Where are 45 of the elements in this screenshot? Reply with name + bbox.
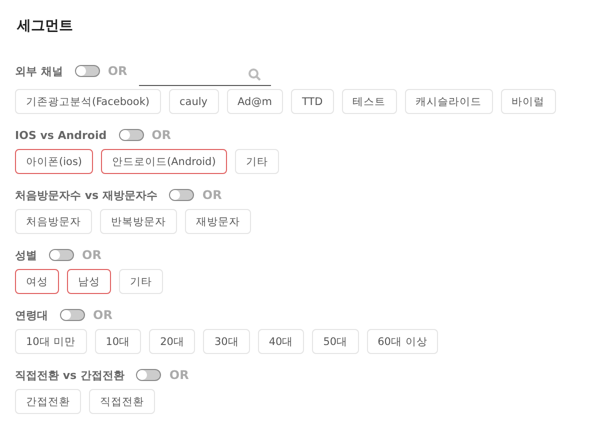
option-button[interactable]: 처음방문자 [15,209,92,234]
option-button[interactable]: 기존광고분석(Facebook) [15,89,161,114]
option-button[interactable]: 직접전환 [89,389,155,414]
section-label: 외부 채널 [15,64,63,78]
or-label: OR [152,128,172,142]
option-button[interactable]: 테스트 [342,89,397,114]
or-label: OR [202,188,222,202]
section-label: 직접전환 vs 간접전환 [15,368,124,382]
option-button[interactable]: 10대 [94,329,142,354]
option-button[interactable]: 20대 [149,329,196,354]
option-button[interactable]: 안드로이드(Android) [101,149,227,174]
option-button[interactable]: 간접전환 [15,389,81,414]
toggle-switch[interactable] [136,369,162,381]
section-label: 연령대 [15,308,48,322]
option-button[interactable]: 반복방문자 [100,209,177,234]
section-label: 성별 [15,248,37,262]
option-button[interactable]: 50대 [312,329,359,354]
option-button[interactable]: 기타 [234,149,279,174]
option-button[interactable]: Ad@m [226,89,283,114]
search-icon [248,68,262,81]
toggle-switch[interactable] [169,189,194,201]
toggle-switch[interactable] [60,309,85,321]
option-button[interactable]: 재방문자 [185,209,251,234]
section-label: 처음방문자수 vs 재방문자수 [15,188,158,202]
option-button[interactable]: 남성 [67,269,111,294]
option-button[interactable]: 여성 [15,269,59,294]
option-button[interactable]: 10대 미만 [15,329,87,354]
option-button[interactable]: 60대 이상 [366,329,438,354]
option-button[interactable]: 아이폰(ios) [15,149,94,174]
toggle-switch[interactable] [49,249,74,261]
or-label: OR [93,308,112,322]
option-button[interactable]: 40대 [258,329,304,354]
option-button[interactable]: TTD [290,89,334,114]
or-label: OR [82,248,102,262]
option-button[interactable]: cauly [168,89,219,114]
toggle-switch[interactable] [74,65,100,77]
or-label: OR [169,368,189,382]
option-button[interactable]: 30대 [203,329,250,354]
option-button[interactable]: 캐시슬라이드 [404,89,493,114]
page-title: 세그먼트 [17,17,74,36]
option-button[interactable]: 기타 [119,269,163,294]
section-label: IOS vs Android [15,128,107,142]
toggle-switch[interactable] [118,129,144,141]
option-button[interactable]: 바이럴 [500,89,556,114]
or-label: OR [108,64,128,78]
